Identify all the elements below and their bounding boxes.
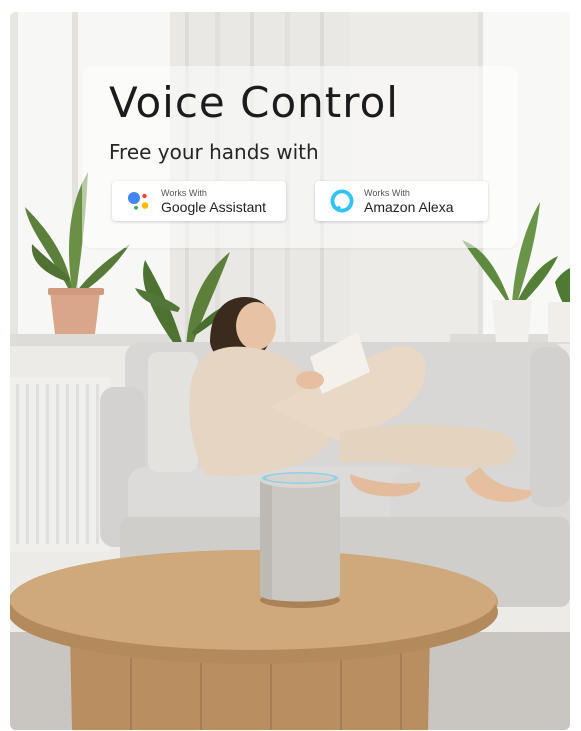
badge-name: Amazon Alexa (364, 198, 454, 215)
banner-subtitle: Free your hands with (109, 140, 319, 164)
smart-speaker (260, 472, 340, 608)
works-with-amazon-alexa-badge: Works With Amazon Alexa (315, 181, 488, 221)
round-coffee-table (10, 550, 498, 730)
amazon-alexa-icon (330, 189, 354, 213)
voice-control-banner: Voice Control Free your hands with Works… (82, 66, 518, 248)
radiator (10, 377, 110, 552)
product-photo: Voice Control Free your hands with Works… (10, 12, 570, 730)
banner-title: Voice Control (109, 78, 399, 127)
works-with-google-assistant-badge: Works With Google Assistant (112, 181, 286, 221)
google-assistant-icon (128, 192, 149, 210)
badge-caption: Works With (364, 187, 410, 198)
badge-caption: Works With (161, 187, 207, 198)
badge-name: Google Assistant (161, 198, 267, 215)
